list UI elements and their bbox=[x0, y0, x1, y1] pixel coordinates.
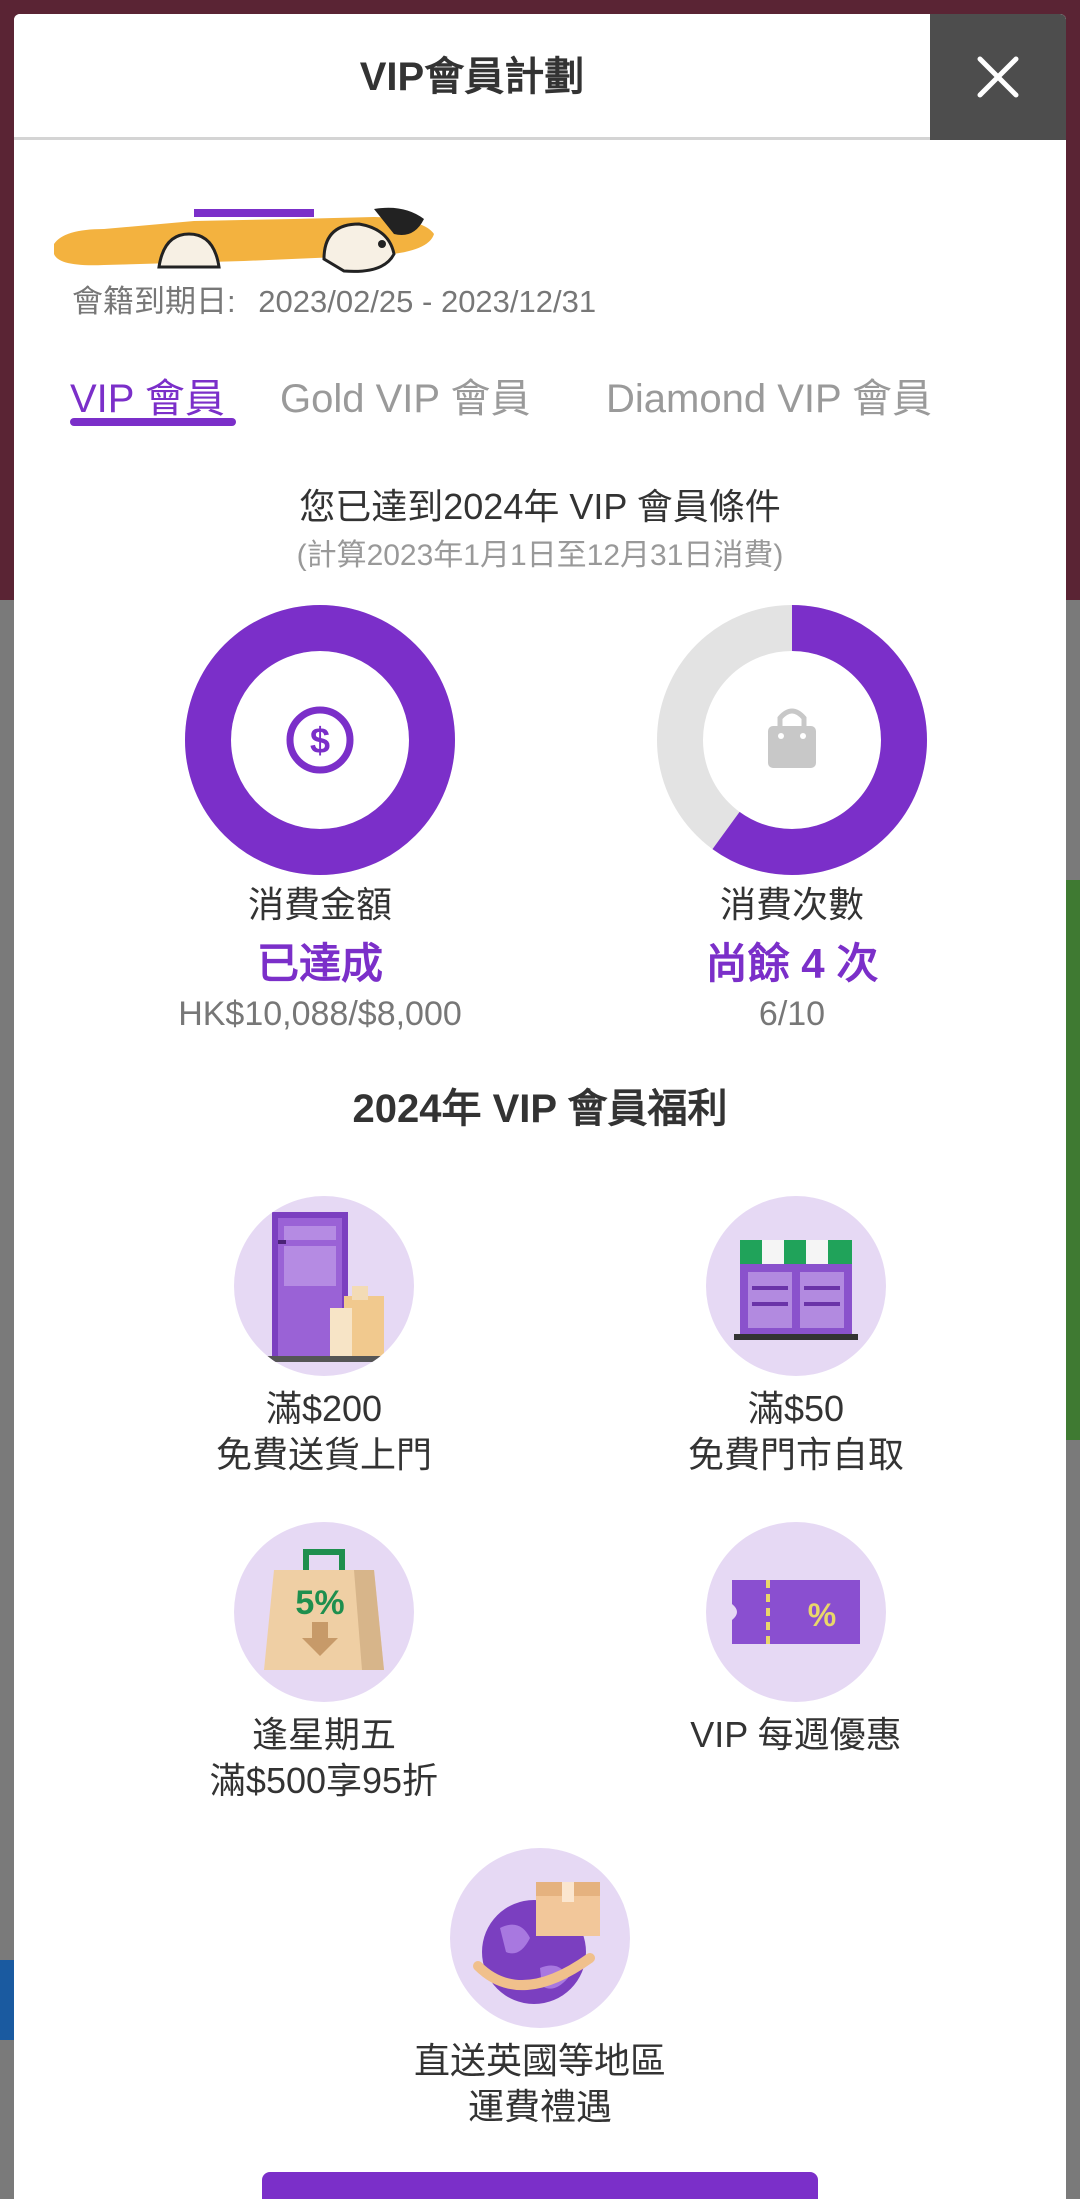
benefit-line2: 免費送貨上門 bbox=[215, 1434, 432, 1475]
svg-text:5%: 5% bbox=[295, 1584, 344, 1622]
benefit-line1: 直送英國等地區 bbox=[413, 2040, 666, 2081]
ring-label: 消費金額 bbox=[247, 884, 392, 925]
spend-amount-progress: $ 消費金額 已達成 HK$10,088/$8,000 bbox=[120, 604, 520, 1034]
benefit-weekly-offer: % VIP 每週優惠 bbox=[586, 1522, 1006, 1758]
store-pickup-icon bbox=[734, 1240, 858, 1340]
discount-bag-icon: 5% bbox=[264, 1549, 384, 1670]
benefit-icon-circle bbox=[706, 1196, 886, 1376]
benefit-line1: 滿$50 bbox=[747, 1388, 845, 1429]
tab-gold-vip[interactable]: Gold VIP 會員 bbox=[280, 366, 530, 424]
backdrop-edge bbox=[1064, 880, 1080, 1440]
modal-header: VIP會員計劃 bbox=[14, 14, 1066, 140]
ring-value: 6/10 bbox=[758, 995, 826, 1033]
benefit-overseas-shipping: 直送英國等地區 運費禮遇 bbox=[330, 1848, 750, 2130]
benefit-icon-circle: % bbox=[706, 1522, 886, 1702]
benefit-line2: 運費禮遇 bbox=[467, 2086, 612, 2127]
bottom-action-button[interactable] bbox=[262, 2172, 818, 2199]
active-tab-indicator bbox=[70, 418, 236, 426]
benefit-line1: 滿$200 bbox=[265, 1388, 383, 1429]
progress-ring bbox=[657, 605, 927, 875]
modal-title: VIP會員計劃 bbox=[359, 55, 585, 99]
benefit-line2: 免費門市自取 bbox=[687, 1434, 904, 1475]
ring-value: HK$10,088/$8,000 bbox=[178, 995, 462, 1033]
global-shipping-icon bbox=[473, 1882, 600, 2004]
benefit-store-pickup: 滿$50 免費門市自取 bbox=[586, 1196, 1006, 1478]
ring-label: 消費次數 bbox=[719, 884, 864, 925]
progress-ring: $ bbox=[185, 605, 455, 875]
svg-text:%: % bbox=[808, 1597, 836, 1633]
home-delivery-icon bbox=[264, 1212, 384, 1362]
shopping-bag-icon bbox=[768, 708, 816, 768]
ring-status: 尚餘 4 次 bbox=[705, 940, 879, 987]
spend-count-progress: 消費次數 尚餘 4 次 6/10 bbox=[592, 604, 992, 1034]
benefits-title: 2024年 VIP 會員福利 bbox=[352, 1087, 728, 1131]
svg-text:$: $ bbox=[310, 720, 330, 761]
expiry-range: 2023/02/25 - 2023/12/31 bbox=[258, 284, 597, 319]
tab-diamond-vip[interactable]: Diamond VIP 會員 bbox=[606, 366, 932, 424]
status-subtitle: (計算2023年1月1日至12月31日消費) bbox=[296, 539, 784, 572]
ring-status: 已達成 bbox=[256, 940, 383, 987]
benefit-icon-circle: 5% bbox=[234, 1522, 414, 1702]
vip-modal: VIP會員計劃 會籍到期日: 2023/02/25 - 2023/12/31 V… bbox=[14, 14, 1066, 2199]
close-icon bbox=[977, 56, 1019, 98]
benefit-home-delivery: 滿$200 免費送貨上門 bbox=[114, 1196, 534, 1478]
status-title: 您已達到2024年 VIP 會員條件 bbox=[299, 486, 781, 527]
benefit-line2: 滿$500享95折 bbox=[209, 1760, 439, 1801]
coupon-icon: % bbox=[732, 1580, 860, 1644]
benefit-icon-circle bbox=[450, 1848, 630, 2028]
benefit-line1: 逢星期五 bbox=[251, 1714, 396, 1755]
redacted-member-name bbox=[54, 207, 434, 273]
benefit-friday-discount: 5% 逢星期五 滿$500享95折 bbox=[114, 1522, 534, 1804]
benefit-icon-circle bbox=[234, 1196, 414, 1376]
tab-vip[interactable]: VIP 會員 bbox=[70, 366, 225, 424]
dollar-icon: $ bbox=[286, 706, 354, 774]
benefit-line1: VIP 每週優惠 bbox=[690, 1714, 902, 1755]
expiry-label: 會籍到期日: bbox=[72, 284, 236, 319]
close-button[interactable] bbox=[930, 14, 1066, 140]
membership-expiry: 會籍到期日: 2023/02/25 - 2023/12/31 bbox=[72, 276, 596, 321]
